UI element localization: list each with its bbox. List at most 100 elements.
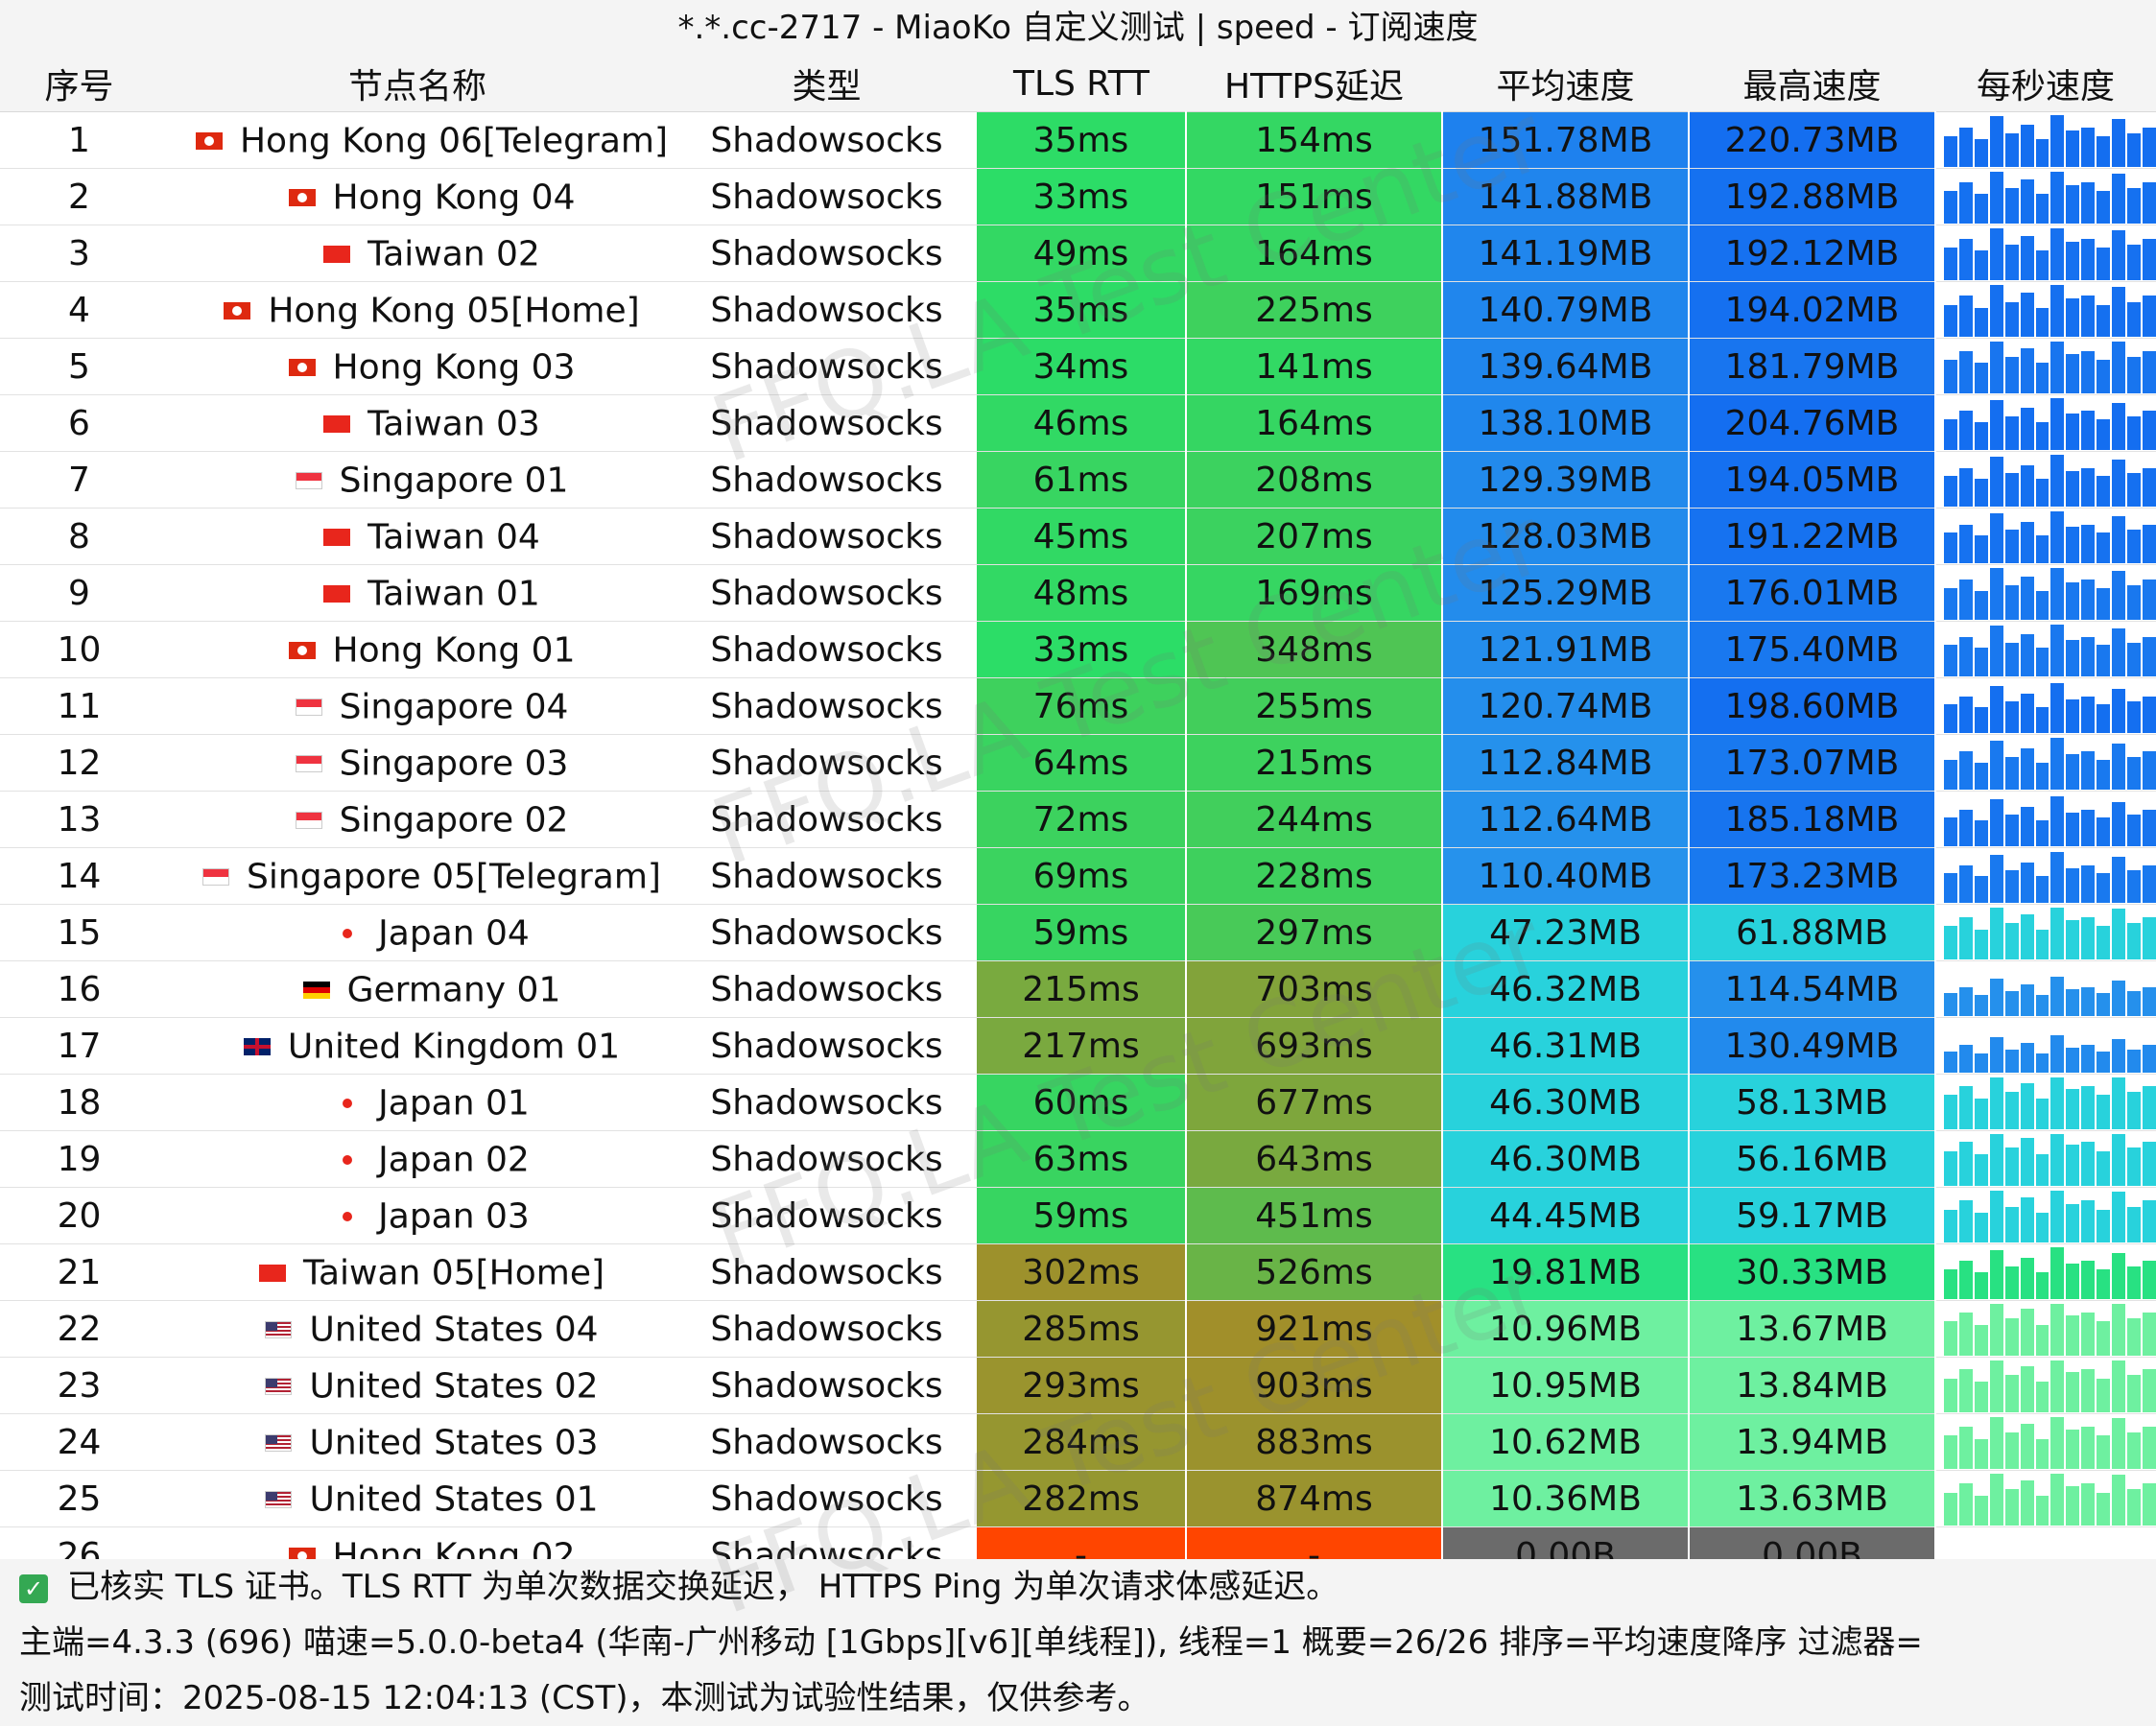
speed-sparkline	[1936, 623, 2156, 676]
https-latency: 164ms	[1186, 225, 1443, 282]
sparkline-bar	[1944, 926, 1957, 959]
table-row[interactable]: 17 United Kingdom 01 Shadowsocks 217ms 693ms…	[0, 1017, 2156, 1075]
node-type: Shadowsocks	[676, 904, 977, 961]
sparkline-bar	[1958, 351, 1973, 393]
sparkline-bar	[2050, 1191, 2065, 1242]
avg-speed: 10.36MB	[1442, 1470, 1690, 1527]
sparkline-bar	[1944, 588, 1957, 620]
col-name-header[interactable]: 节点名称	[158, 56, 676, 112]
node-name: Japan 02	[378, 1140, 530, 1180]
node-name-cell: Singapore 03	[158, 734, 676, 792]
node-type: Shadowsocks	[676, 1470, 977, 1527]
https-latency: 643ms	[1186, 1130, 1443, 1188]
row-index: 1	[0, 111, 158, 169]
table-row[interactable]: 20 Japan 03 Shadowsocks 59ms 451ms 44.45MB 59.…	[0, 1187, 2156, 1244]
sparkline-bar	[2066, 130, 2080, 167]
sparkline-bar	[1958, 810, 1973, 846]
table-row[interactable]: 4 Hong Kong 05[Home] Shadowsocks 35ms 225ms 1…	[0, 281, 2156, 339]
sparkline-bar	[2112, 1475, 2126, 1526]
sparkline-bar	[2050, 1077, 2065, 1129]
https-latency: 169ms	[1186, 564, 1443, 622]
table-row[interactable]: 15 Japan 04 Shadowsocks 59ms 297ms 47.23MB 61.…	[0, 904, 2156, 961]
table-row[interactable]: 9 Taiwan 01 Shadowsocks 48ms 169ms 125.29MB 17…	[0, 564, 2156, 622]
table-row[interactable]: 13 Singapore 02 Shadowsocks 72ms 244ms 112.64…	[0, 791, 2156, 848]
avg-speed: 110.40MB	[1442, 847, 1690, 905]
https-latency: 883ms	[1186, 1413, 1443, 1471]
row-index: 7	[0, 451, 158, 509]
table-row[interactable]: 24 United States 03 Shadowsocks 284ms 883ms 1…	[0, 1413, 2156, 1471]
sparkline-bar	[2004, 1266, 2019, 1299]
https-latency: 255ms	[1186, 677, 1443, 735]
avg-speed: 10.62MB	[1442, 1413, 1690, 1471]
sparkline-bar	[2004, 1147, 2019, 1186]
node-name: Japan 04	[378, 913, 530, 954]
table-row[interactable]: 3 Taiwan 02 Shadowsocks 49ms 164ms 141.19MB 19…	[0, 225, 2156, 282]
table-row[interactable]: 10 Hong Kong 01 Shadowsocks 33ms 348ms 121.91…	[0, 621, 2156, 678]
sparkline-bar	[1974, 535, 1988, 563]
table-row[interactable]: 18 Japan 01 Shadowsocks 60ms 677ms 46.30MB 58.…	[0, 1074, 2156, 1131]
sparkline-bar	[1944, 305, 1957, 337]
sparkline-bar	[2004, 1432, 2019, 1469]
table-row[interactable]: 5 Hong Kong 03 Shadowsocks 34ms 141ms 139.64M…	[0, 338, 2156, 395]
sparkline-bar	[2020, 1258, 2034, 1299]
flag-sg-icon	[295, 754, 322, 772]
table-row[interactable]: 12 Singapore 03 Shadowsocks 64ms 215ms 112.84…	[0, 734, 2156, 792]
sparkline-bar	[2004, 1207, 2019, 1242]
speed-sparkline	[1936, 906, 2156, 959]
row-index: 20	[0, 1187, 158, 1244]
table-row[interactable]: 19 Japan 02 Shadowsocks 63ms 643ms 46.30MB 56.…	[0, 1130, 2156, 1188]
sparkline-bar	[1974, 479, 1988, 507]
table-row[interactable]: 23 United States 02 Shadowsocks 293ms 903ms 1…	[0, 1357, 2156, 1414]
table-row[interactable]: 8 Taiwan 04 Shadowsocks 45ms 207ms 128.03MB 19…	[0, 508, 2156, 565]
sparkline-bar	[2097, 1052, 2111, 1073]
table-row[interactable]: 22 United States 04 Shadowsocks 285ms 921ms 1…	[0, 1300, 2156, 1358]
config-info: 主端=4.3.3 (696) 喵速=5.0.0-beta4 (华南-广州移动 […	[0, 1615, 2156, 1670]
row-index: 2	[0, 168, 158, 225]
table-row[interactable]: 7 Singapore 01 Shadowsocks 61ms 208ms 129.39M…	[0, 451, 2156, 509]
col-index-header[interactable]: 序号	[0, 56, 158, 112]
col-type-header[interactable]: 类型	[676, 56, 977, 112]
sparkline-bar	[2035, 250, 2049, 280]
table-row[interactable]: 25 United States 01 Shadowsocks 282ms 874ms 1…	[0, 1470, 2156, 1527]
sparkline-bar	[2112, 516, 2126, 563]
sparkline-bar	[2081, 1483, 2096, 1526]
table-row[interactable]: 6 Taiwan 03 Shadowsocks 46ms 164ms 138.10MB 20…	[0, 394, 2156, 452]
sparkline-bar	[2004, 530, 2019, 563]
flag-tw-icon	[323, 414, 351, 433]
https-latency: 164ms	[1186, 394, 1443, 452]
sparkline-bar	[1989, 1191, 2003, 1242]
sparkline-bar	[2035, 1099, 2049, 1129]
sparkline-bar	[2066, 989, 2080, 1016]
tls-rtt: 284ms	[977, 1413, 1187, 1471]
table-row[interactable]: 21 Taiwan 05[Home] Shadowsocks 302ms 526ms 19…	[0, 1243, 2156, 1301]
table-row[interactable]: 2 Hong Kong 04 Shadowsocks 33ms 151ms 141.88M…	[0, 168, 2156, 225]
table-row[interactable]: 16 Germany 01 Shadowsocks 215ms 703ms 46.32MB…	[0, 960, 2156, 1018]
col-https-header[interactable]: HTTPS延迟	[1186, 56, 1442, 112]
sparkline-bar	[2097, 1151, 2111, 1186]
table-row[interactable]: 11 Singapore 04 Shadowsocks 76ms 255ms 120.74…	[0, 677, 2156, 735]
max-speed: 198.60MB	[1689, 677, 1936, 735]
table-row[interactable]: 1 Hong Kong 06[Telegram] Shadowsocks 35ms 15…	[0, 111, 2156, 169]
col-max-header[interactable]: 最高速度	[1689, 56, 1935, 112]
avg-speed: 141.19MB	[1442, 225, 1690, 282]
row-index: 6	[0, 394, 158, 452]
sparkline-bar	[1989, 1037, 2003, 1073]
row-index: 22	[0, 1300, 158, 1358]
node-name-cell: Japan 01	[158, 1074, 676, 1131]
max-speed: 173.07MB	[1689, 734, 1936, 792]
col-avg-header[interactable]: 平均速度	[1442, 56, 1689, 112]
sparkline-bar	[2004, 473, 2019, 507]
sparkline-bar	[2050, 977, 2065, 1016]
sparkline-bar	[1989, 626, 2003, 676]
flag-hk-icon	[195, 131, 223, 150]
sparkline-bar	[2127, 1432, 2141, 1469]
max-speed: 114.54MB	[1689, 960, 1936, 1018]
col-persec-header[interactable]: 每秒速度	[1935, 56, 2156, 112]
sparkline-bar	[2066, 1089, 2080, 1129]
table-row[interactable]: 14 Singapore 05[Telegram] Shadowsocks 69ms 2…	[0, 847, 2156, 905]
row-index: 23	[0, 1357, 158, 1414]
col-tls-header[interactable]: TLS RTT	[977, 56, 1186, 112]
max-speed: 181.79MB	[1689, 338, 1936, 395]
sparkline-bar	[2004, 302, 2019, 337]
https-latency: 903ms	[1186, 1357, 1443, 1414]
